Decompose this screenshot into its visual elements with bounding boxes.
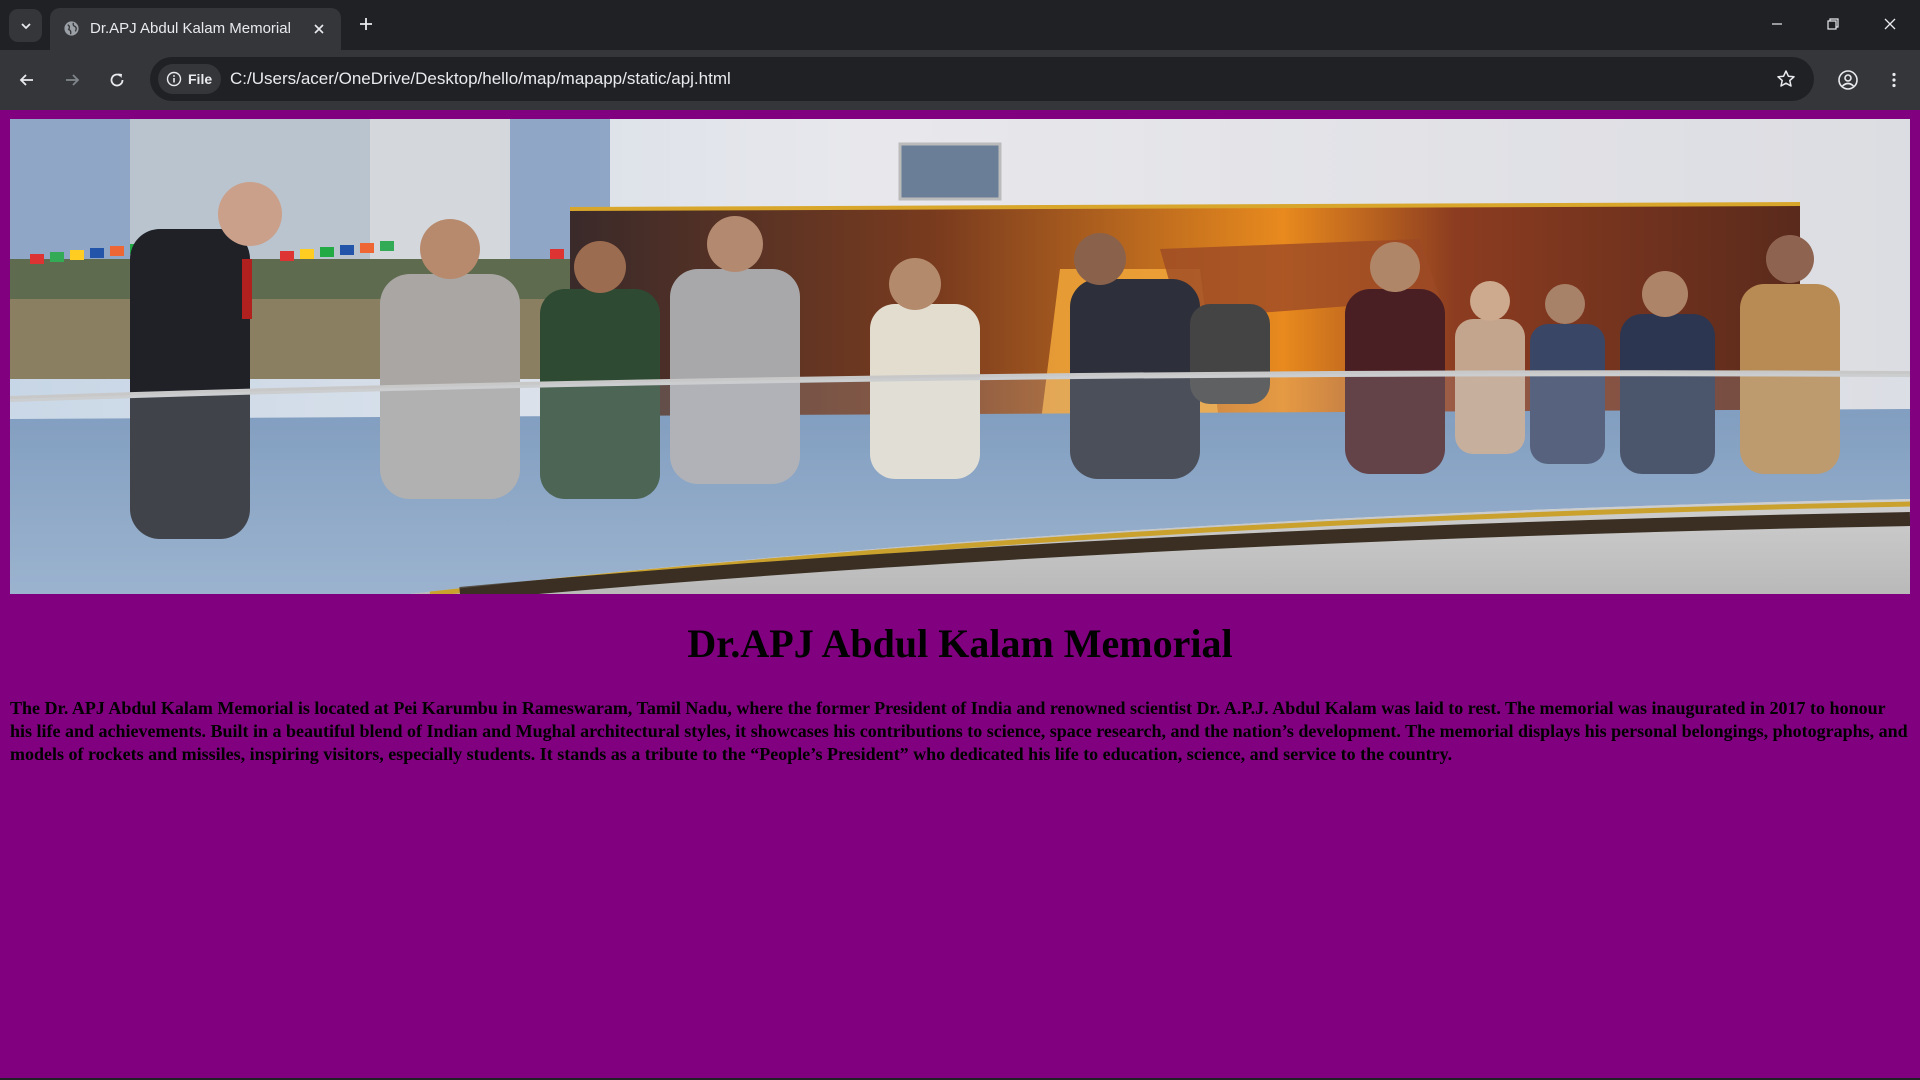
- address-bar[interactable]: File C:/Users/acer/OneDrive/Desktop/hell…: [150, 57, 1814, 101]
- globe-icon: [64, 21, 79, 36]
- tab-title: Dr.APJ Abdul Kalam Memorial: [90, 20, 291, 37]
- tab-close-button[interactable]: [309, 19, 329, 39]
- page-title: Dr.APJ Abdul Kalam Memorial: [687, 621, 1233, 666]
- profile-button[interactable]: [1832, 64, 1864, 96]
- page-viewport: Dr.APJ Abdul Kalam Memorial The Dr. APJ …: [0, 110, 1920, 1078]
- reload-button[interactable]: [101, 64, 133, 96]
- account-icon: [1838, 70, 1858, 90]
- site-info-chip[interactable]: File: [158, 64, 222, 94]
- memorial-photo: [10, 119, 1910, 594]
- restore-icon: [1827, 18, 1839, 30]
- reload-icon: [110, 73, 124, 87]
- site-info-label: File: [188, 71, 213, 87]
- url-text[interactable]: C:/Users/acer/OneDrive/Desktop/hello/map…: [230, 69, 731, 89]
- close-window-button[interactable]: [1867, 6, 1913, 42]
- arrow-right-icon: [66, 74, 80, 86]
- minimize-button[interactable]: [1754, 6, 1800, 42]
- tab-search-button[interactable]: [9, 9, 42, 42]
- info-icon: [166, 71, 182, 87]
- new-tab-button[interactable]: [353, 11, 379, 37]
- close-icon: [1884, 18, 1896, 30]
- browser-toolbar: File C:/Users/acer/OneDrive/Desktop/hell…: [0, 50, 1920, 110]
- arrow-left-icon: [19, 74, 33, 86]
- bookmark-button[interactable]: [1772, 65, 1800, 93]
- more-vertical-icon: [1892, 72, 1896, 88]
- minimize-icon: [1772, 23, 1782, 25]
- restore-button[interactable]: [1810, 6, 1856, 42]
- browser-menu-button[interactable]: [1878, 64, 1910, 96]
- tab-strip: Dr.APJ Abdul Kalam Memorial: [0, 0, 1920, 50]
- plus-icon: [360, 18, 372, 30]
- chevron-down-icon: [20, 22, 31, 29]
- hero-image: [10, 119, 1910, 594]
- browser-tab-active[interactable]: Dr.APJ Abdul Kalam Memorial: [50, 8, 341, 50]
- close-icon: [314, 24, 324, 34]
- forward-button[interactable]: [56, 64, 88, 96]
- star-icon: [1777, 70, 1795, 87]
- back-button[interactable]: [11, 64, 43, 96]
- description-paragraph: The Dr. APJ Abdul Kalam Memorial is loca…: [10, 698, 1908, 764]
